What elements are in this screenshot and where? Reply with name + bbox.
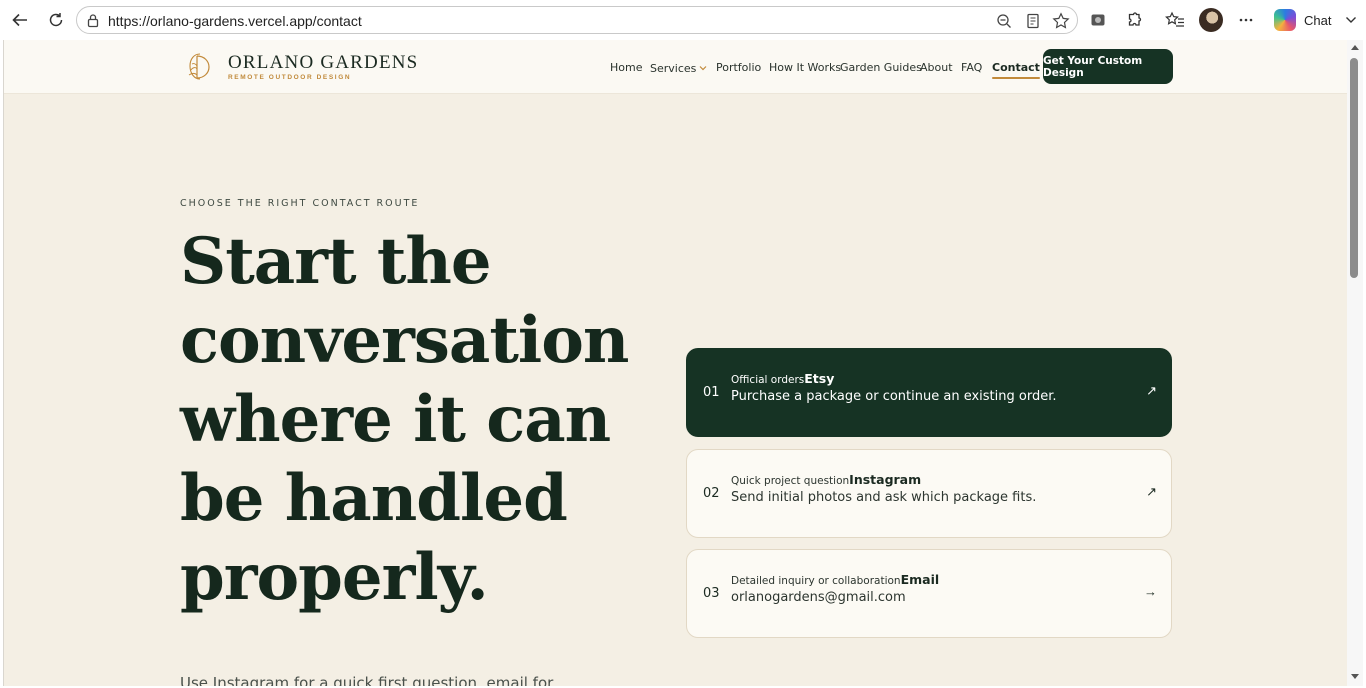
favorite-star-icon[interactable] [1052,12,1070,30]
route-label: Quick project question [731,475,850,487]
route-number: 01 [703,385,720,400]
route-description: orlanogardens@gmail.com [731,590,906,605]
chevron-down-icon [699,61,707,74]
nav-contact-label: Contact [992,61,1040,74]
more-icon[interactable] [1235,9,1257,31]
browser-toolbar: https://orlano-gardens.vercel.app/contac… [0,0,1366,40]
nav-garden-guides[interactable]: Garden Guides [840,61,922,74]
contact-route-etsy[interactable]: 01 Official ordersEtsy Purchase a packag… [686,348,1172,437]
profile-avatar[interactable] [1199,8,1223,32]
nav-how-it-works[interactable]: How It Works [769,61,841,74]
nav-home[interactable]: Home [610,61,642,74]
eyebrow-text: CHOOSE THE RIGHT CONTACT ROUTE [180,198,420,209]
nav-faq[interactable]: FAQ [961,61,982,74]
external-link-icon: ↗ [1146,383,1157,398]
address-bar[interactable]: https://orlano-gardens.vercel.app/contac… [76,6,1078,34]
route-description: Purchase a package or continue an existi… [731,389,1057,404]
contact-route-instagram[interactable]: 02 Quick project questionInstagram Send … [686,449,1172,538]
url-text[interactable]: https://orlano-gardens.vercel.app/contac… [108,13,362,29]
route-channel: Etsy [804,371,835,386]
contact-route-email[interactable]: 03 Detailed inquiry or collaborationEmai… [686,549,1172,638]
route-channel: Email [900,572,940,587]
route-label: Detailed inquiry or collaboration [731,575,901,587]
page-scrollbar[interactable] [1347,40,1363,686]
lock-icon[interactable] [86,13,100,33]
chat-button[interactable]: Chat [1270,6,1362,34]
logo-subtitle: REMOTE OUTDOOR DESIGN [228,74,352,81]
active-underline [992,77,1040,79]
page-title: Start the conversation where it can be h… [180,224,629,615]
nav-portfolio[interactable]: Portfolio [716,61,761,74]
copilot-icon [1274,9,1296,31]
nav-contact[interactable]: Contact [992,61,1040,79]
route-description: Send initial photos and ask which packag… [731,490,1037,505]
nav-services[interactable]: Services [650,61,707,75]
route-number: 03 [703,586,720,601]
get-custom-design-button[interactable]: Get Your Custom Design [1043,49,1173,84]
logo-mark-icon [188,53,210,80]
zoom-out-icon[interactable] [995,12,1013,30]
extensions-icon[interactable] [1123,9,1145,31]
scroll-down-icon[interactable] [1351,674,1359,679]
logo-title: ORLANO GARDENS [228,52,419,73]
page-viewport: ORLANO GARDENS REMOTE OUTDOOR DESIGN Hom… [3,40,1347,686]
route-number: 02 [703,486,720,501]
arrow-right-icon: → [1144,584,1157,599]
reader-icon[interactable] [1024,12,1042,30]
site-header: ORLANO GARDENS REMOTE OUTDOOR DESIGN Hom… [4,40,1347,94]
scrollbar-thumb[interactable] [1350,58,1358,278]
chat-label: Chat [1304,12,1332,28]
favorites-list-icon[interactable] [1164,9,1186,31]
refresh-icon[interactable] [44,8,68,32]
scroll-up-icon[interactable] [1351,45,1359,50]
logo[interactable]: ORLANO GARDENS REMOTE OUTDOOR DESIGN [184,50,418,84]
route-label: Official orders [731,374,805,386]
hero-subtext: Use Instagram for a quick first question… [180,674,554,686]
chevron-down-icon[interactable] [1345,11,1357,29]
back-icon[interactable] [8,8,32,32]
nav-services-label: Services [650,62,697,75]
route-channel: Instagram [849,472,922,487]
screenshot-icon[interactable] [1087,9,1109,31]
external-link-icon: ↗ [1146,484,1157,499]
nav-about[interactable]: About [920,61,953,74]
